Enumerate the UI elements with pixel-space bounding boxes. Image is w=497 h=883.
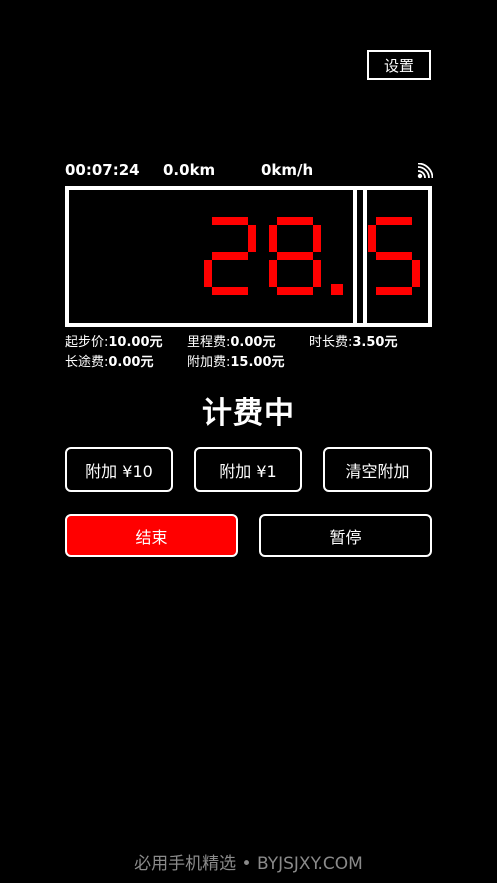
add-10-button[interactable]: 附加 ¥10 [65,447,173,492]
segment-g [376,252,412,260]
segment-e [269,260,277,287]
segment-d [376,287,412,295]
segment-b [313,225,321,252]
segment-f [368,225,376,252]
clear-extra-button[interactable]: 清空附加 [323,447,432,492]
fare-digits [204,217,420,295]
duration-fee: 时长费:3.50元 [309,335,398,350]
distance-readout: 0.0km [163,161,216,179]
segment-f [269,225,277,252]
start-fee: 起步价:10.00元 [65,335,163,350]
segment-e [204,260,212,287]
segment-d [212,287,248,295]
segment-b [248,225,256,252]
segment-c [412,260,420,287]
meter-divider [353,190,367,323]
segment-a [277,217,313,225]
settings-button[interactable]: 设置 [367,50,431,80]
extra-fee: 附加费:15.00元 [187,355,285,370]
billing-status: 计费中 [202,396,295,431]
mileage-fee: 里程费:0.00元 [187,335,276,350]
segment-a [212,217,248,225]
signal-icon [417,163,433,179]
fare-decimal-digit [368,217,420,295]
trip-stats: 00:07:24 0.0km 0km/h [65,161,433,183]
segment-a [376,217,412,225]
watermark: 必用手机精选 • BYJSJXY.COM [134,854,363,874]
segment-d [277,287,313,295]
elapsed-time: 00:07:24 [65,161,140,179]
segment-g [277,252,313,260]
segment-g [212,252,248,260]
end-trip-button[interactable]: 结束 [65,514,238,557]
fare-digit [269,217,321,295]
long-distance-fee: 长途费:0.00元 [65,355,154,370]
pause-button[interactable]: 暂停 [259,514,432,557]
decimal-point [331,284,343,295]
fare-digit [204,217,256,295]
add-1-button[interactable]: 附加 ¥1 [194,447,302,492]
segment-c [313,260,321,287]
fare-meter-display: 28 5 [65,186,432,327]
speed-readout: 0km/h [261,161,314,179]
